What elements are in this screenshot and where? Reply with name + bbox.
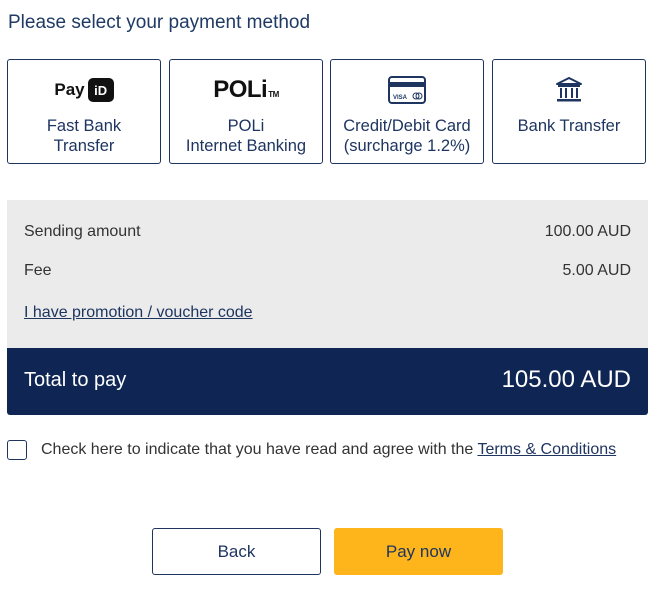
payment-methods: Pay iD Fast Bank Transfer POLi TM POLi I… [7,59,648,166]
payid-logo-icon: Pay iD [8,75,160,105]
poli-logo-icon: POLi TM [213,76,279,103]
credit-card-icon: VISA [331,75,483,105]
method-label-line1: Bank Transfer [517,117,621,135]
method-label-line2: (surcharge 1.2%) [343,137,471,155]
page-title: Please select your payment method [8,12,311,33]
fee-label: Fee [24,262,52,279]
total-label: Total to pay [24,369,127,391]
terms-link[interactable]: Terms & Conditions [477,441,616,458]
fee-value: 5.00 AUD [562,262,631,279]
method-label-line1: Fast Bank [46,117,122,135]
method-fast-bank-transfer[interactable]: Pay iD Fast Bank Transfer [7,59,161,164]
back-button[interactable]: Back [152,528,321,575]
method-label-line1: POLi [227,117,265,135]
bank-icon [493,75,645,105]
sending-amount-value: 100.00 AUD [544,223,631,240]
pay-now-button[interactable]: Pay now [334,528,503,575]
total-value: 105.00 AUD [501,366,631,393]
sending-amount-label: Sending amount [24,223,141,240]
method-credit-debit-card[interactable]: VISA Credit/Debit Card (surcharge 1.2%) [330,59,484,164]
method-poli[interactable]: POLi TM POLi Internet Banking [169,59,323,164]
method-label-line2: Transfer [53,137,115,155]
method-label-line1: Credit/Debit Card [343,117,471,135]
voucher-code-link[interactable]: I have promotion / voucher code [24,304,253,322]
total-bar: Total to pay 105.00 AUD [7,348,648,415]
fee-row: Fee 5.00 AUD [24,262,631,280]
terms-text: Check here to indicate that you have rea… [41,441,617,458]
method-label-line2: Internet Banking [185,137,307,155]
method-bank-transfer[interactable]: Bank Transfer [492,59,646,164]
sending-amount-row: Sending amount 100.00 AUD [24,223,631,241]
payment-summary: Sending amount 100.00 AUD Fee 5.00 AUD I… [7,200,648,348]
terms-checkbox[interactable] [7,440,27,460]
svg-text:VISA: VISA [393,95,408,101]
